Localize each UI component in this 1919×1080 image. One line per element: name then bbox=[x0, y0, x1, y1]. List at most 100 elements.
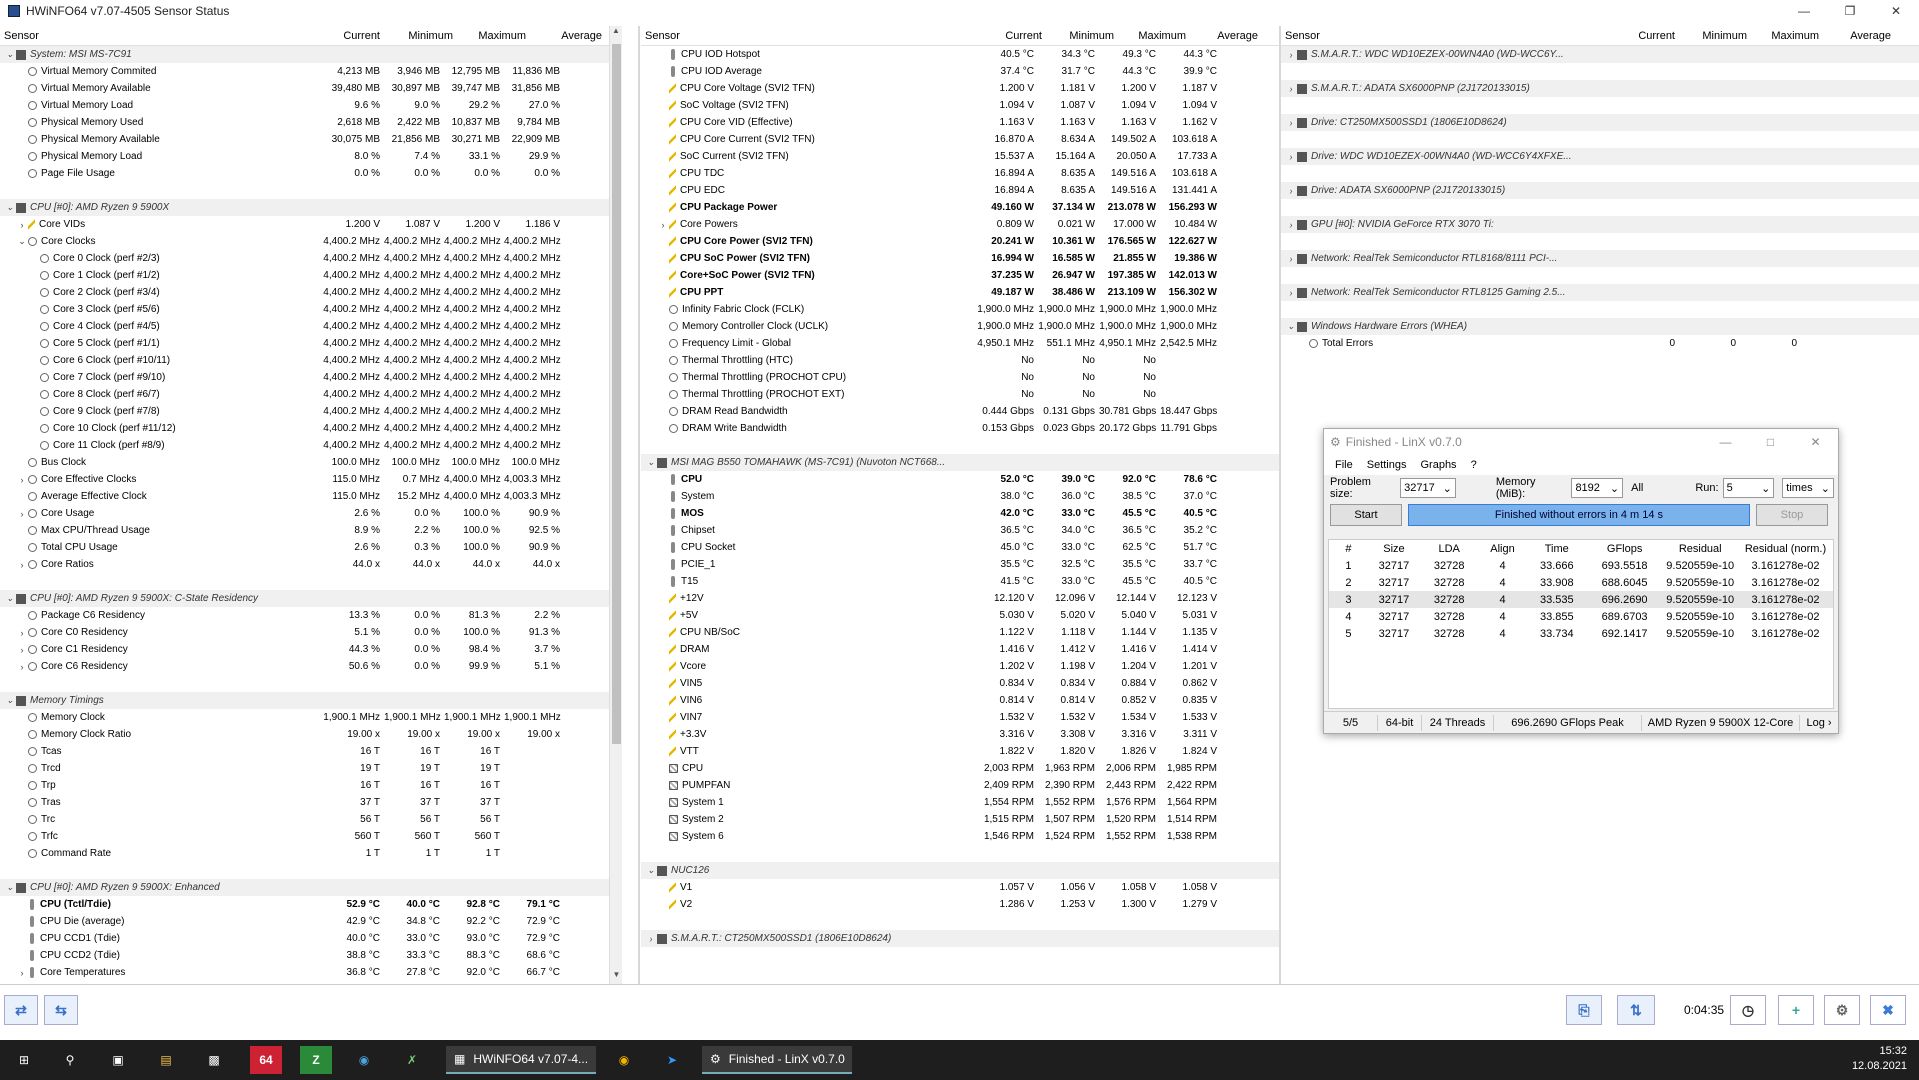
results-col-size[interactable]: Size bbox=[1368, 543, 1420, 555]
sensor-row-pcie-1[interactable]: PCIE_1 35.5 °C 32.5 °C 35.5 °C 33.7 °C bbox=[641, 556, 1279, 573]
col-minimum[interactable]: Minimum bbox=[384, 30, 457, 42]
sensor-row-core-8-clock-perf-6-7[interactable]: Core 8 Clock (perf #6/7) 4,400.2 MHz 4,400… bbox=[0, 386, 622, 403]
sensor-row-core-11-clock-perf-8-9[interactable]: Core 11 Clock (perf #8/9) 4,400.2 MHz 4,40… bbox=[0, 437, 622, 454]
sensor-row-core-10-clock-perf-11-12[interactable]: Core 10 Clock (perf #11/12) 4,400.2 MHz 4,… bbox=[0, 420, 622, 437]
sensor-row-core-effective-clocks[interactable]: › Core Effective Clocks 115.0 MHz 0.7 MHz 4,… bbox=[0, 471, 622, 488]
sensor-row-dram-read-bandwidth[interactable]: DRAM Read Bandwidth 0.444 Gbps 0.131 Gbps 3… bbox=[641, 403, 1279, 420]
results-col-time[interactable]: Time bbox=[1527, 543, 1587, 555]
problem-size-select[interactable]: 32717 ⌄ bbox=[1400, 478, 1456, 498]
sensor-group-network-realtek-semiconductor-rtl8168-81[interactable]: › Network: RealTek Semiconductor RTL8168/… bbox=[1281, 250, 1919, 267]
sensor-row-12v[interactable]: +12V 12.120 V 12.096 V 12.144 V 12.123 V bbox=[641, 590, 1279, 607]
aida64-icon[interactable]: 64 bbox=[250, 1046, 282, 1074]
chevron-down-icon[interactable]: ⌄ bbox=[4, 593, 16, 604]
clock-icon[interactable]: ◷ bbox=[1730, 995, 1766, 1025]
sensor-group-drive-adata-sx6000pnp-2j1720133015[interactable]: › Drive: ADATA SX6000PNP (2J1720133015) bbox=[1281, 182, 1919, 199]
sensor-row-physical-memory-available[interactable]: Physical Memory Available 30,075 MB 21,856… bbox=[0, 131, 622, 148]
col-maximum[interactable]: Maximum bbox=[1118, 30, 1190, 42]
sensor-row-v1[interactable]: V1 1.057 V 1.056 V 1.058 V 1.058 V bbox=[641, 879, 1279, 896]
sensor-row-core-c6-residency[interactable]: › Core C6 Residency 50.6 % 0.0 % 99.9 % 5.1 % bbox=[0, 658, 622, 675]
sensor-row-t15[interactable]: T15 41.5 °C 33.0 °C 45.5 °C 40.5 °C bbox=[641, 573, 1279, 590]
sensor-row-core-c0-residency[interactable]: › Core C0 Residency 5.1 % 0.0 % 100.0 % 91.3 … bbox=[0, 624, 622, 641]
sensor-row-5v[interactable]: +5V 5.030 V 5.020 V 5.040 V 5.031 V bbox=[641, 607, 1279, 624]
sensor-group-cpu-0-amd-ryzen-9-5900x-enhanced[interactable]: ⌄ CPU [#0]: AMD Ryzen 9 5900X: Enhanced bbox=[0, 879, 622, 896]
col-average[interactable]: Average bbox=[530, 30, 606, 42]
sensor-row-cpu-edc[interactable]: CPU EDC 16.894 A 8.635 A 149.516 A 131.441 A bbox=[641, 182, 1279, 199]
sensor-row-cpu-iod-hotspot[interactable]: CPU IOD Hotspot 40.5 °C 34.3 °C 49.3 °C 44.3… bbox=[641, 46, 1279, 63]
results-row[interactable]: 3 32717 32728 4 33.535 696.2690 9.520559e-10 3.… bbox=[1329, 591, 1833, 608]
sensor-row-cpu-die-average[interactable]: CPU Die (average) 42.9 °C 34.8 °C 92.2 °C 72… bbox=[0, 913, 622, 930]
sensor-group-system-msi-ms-7c91[interactable]: ⌄ System: MSI MS-7C91 bbox=[0, 46, 622, 63]
cpu-z-icon[interactable]: Z bbox=[300, 1046, 332, 1074]
sensor-row-trfc[interactable]: Trfc 560 T 560 T 560 T bbox=[0, 828, 622, 845]
col-minimum[interactable]: Minimum bbox=[1679, 30, 1751, 42]
sensor-row-dram-write-bandwidth[interactable]: DRAM Write Bandwidth 0.153 Gbps 0.023 Gbps… bbox=[641, 420, 1279, 437]
chevron-right-icon[interactable]: › bbox=[1285, 220, 1297, 230]
sensor-row-cpu-core-voltage-svi2-tfn[interactable]: CPU Core Voltage (SVI2 TFN) 1.200 V 1.181 … bbox=[641, 80, 1279, 97]
system-clock[interactable]: 15:32 12.08.2021 bbox=[1852, 1044, 1907, 1074]
chevron-right-icon[interactable]: › bbox=[16, 662, 28, 672]
sensor-row-pumpfan[interactable]: PUMPFAN 2,409 RPM 2,390 RPM 2,443 RPM 2,422 … bbox=[641, 777, 1279, 794]
sensor-row-3-3v[interactable]: +3.3V 3.316 V 3.308 V 3.316 V 3.311 V bbox=[641, 726, 1279, 743]
sensor-row-core-3-clock-perf-5-6[interactable]: Core 3 Clock (perf #5/6) 4,400.2 MHz 4,400… bbox=[0, 301, 622, 318]
linx-maximize-button[interactable]: □ bbox=[1748, 435, 1793, 449]
chevron-right-icon[interactable]: › bbox=[1285, 84, 1297, 94]
results-col-align[interactable]: Align bbox=[1478, 543, 1526, 555]
sensor-row-thermal-throttling-htc[interactable]: Thermal Throttling (HTC) No No No bbox=[641, 352, 1279, 369]
sensor-row-system-2[interactable]: System 2 1,515 RPM 1,507 RPM 1,520 RPM 1,514… bbox=[641, 811, 1279, 828]
sensor-row-core-4-clock-perf-4-5[interactable]: Core 4 Clock (perf #4/5) 4,400.2 MHz 4,400… bbox=[0, 318, 622, 335]
sensor-row-physical-memory-used[interactable]: Physical Memory Used 2,618 MB 2,422 MB 10,8… bbox=[0, 114, 622, 131]
sensor-row-bus-clock[interactable]: Bus Clock 100.0 MHz 100.0 MHz 100.0 MHz 100.… bbox=[0, 454, 622, 471]
vertical-scrollbar[interactable]: ▲ ▼ bbox=[609, 26, 622, 984]
search-icon[interactable]: ⚲ bbox=[54, 1046, 86, 1074]
chrome-icon[interactable]: ◉ bbox=[608, 1046, 640, 1074]
sensor-row-trcd[interactable]: Trcd 19 T 19 T 19 T bbox=[0, 760, 622, 777]
task-view-icon[interactable]: ▣ bbox=[102, 1046, 134, 1074]
sensor-row-cpu-package-power[interactable]: CPU Package Power 49.160 W 37.134 W 213.078… bbox=[641, 199, 1279, 216]
sensor-row-package-c6-residency[interactable]: Package C6 Residency 13.3 % 0.0 % 81.3 % 2.2… bbox=[0, 607, 622, 624]
sensor-row-chipset[interactable]: Chipset 36.5 °C 34.0 °C 36.5 °C 35.2 °C bbox=[641, 522, 1279, 539]
sensor-row-vin7[interactable]: VIN7 1.532 V 1.532 V 1.534 V 1.533 V bbox=[641, 709, 1279, 726]
col-sensor[interactable]: Sensor bbox=[1281, 30, 1607, 42]
monitor-network-icon[interactable]: ⎘ bbox=[1566, 995, 1602, 1025]
arrows-left-right-icon[interactable]: ⇄ bbox=[4, 995, 38, 1025]
chevron-down-icon[interactable]: ⌄ bbox=[645, 865, 657, 876]
chevron-right-icon[interactable]: › bbox=[16, 509, 28, 519]
sensor-row-dram[interactable]: DRAM 1.416 V 1.412 V 1.416 V 1.414 V bbox=[641, 641, 1279, 658]
sensor-row-trp[interactable]: Trp 16 T 16 T 16 T bbox=[0, 777, 622, 794]
sensor-row-memory-controller-clock-uclk[interactable]: Memory Controller Clock (UCLK) 1,900.0 MH… bbox=[641, 318, 1279, 335]
arrows-right-left-icon[interactable]: ⇆ bbox=[44, 995, 78, 1025]
sensor-row-virtual-memory-load[interactable]: Virtual Memory Load 9.6 % 9.0 % 29.2 % 27.0 … bbox=[0, 97, 622, 114]
sensor-row-command-rate[interactable]: Command Rate 1 T 1 T 1 T bbox=[0, 845, 622, 862]
sensor-row-system-1[interactable]: System 1 1,554 RPM 1,552 RPM 1,576 RPM 1,564… bbox=[641, 794, 1279, 811]
sensor-row-core-clocks[interactable]: ⌄ Core Clocks 4,400.2 MHz 4,400.2 MHz 4,400.… bbox=[0, 233, 622, 250]
telegram-icon[interactable]: ➤ bbox=[656, 1046, 688, 1074]
sensor-group-drive-wdc-wd10ezex-00wn4a0-wd-wcc6y4xfxe[interactable]: › Drive: WDC WD10EZEX-00WN4A0 (WD-WCC6Y4X… bbox=[1281, 148, 1919, 165]
chevron-right-icon[interactable]: › bbox=[16, 628, 28, 638]
sensor-row-cpu-socket[interactable]: CPU Socket 45.0 °C 33.0 °C 62.5 °C 51.7 °C bbox=[641, 539, 1279, 556]
sensor-row-virtual-memory-commited[interactable]: Virtual Memory Commited 4,213 MB 3,946 MB 1… bbox=[0, 63, 622, 80]
sensor-row-core-2-clock-perf-3-4[interactable]: Core 2 Clock (perf #3/4) 4,400.2 MHz 4,400… bbox=[0, 284, 622, 301]
sensor-row-core-soc-power-svi2-tfn[interactable]: Core+SoC Power (SVI2 TFN) 37.235 W 26.947 … bbox=[641, 267, 1279, 284]
sensor-group-cpu-0-amd-ryzen-9-5900x-c-state-residenc[interactable]: ⌄ CPU [#0]: AMD Ryzen 9 5900X: C-State Re… bbox=[0, 590, 622, 607]
sensor-row-cpu-tctl-tdie[interactable]: CPU (Tctl/Tdie) 52.9 °C 40.0 °C 92.8 °C 79.1… bbox=[0, 896, 622, 913]
sensor-row-cpu-ccd2-tdie[interactable]: CPU CCD2 (Tdie) 38.8 °C 33.3 °C 88.3 °C 68.6… bbox=[0, 947, 622, 964]
sensor-row-cpu-ppt[interactable]: CPU PPT 49.187 W 38.486 W 213.109 W 156.302 … bbox=[641, 284, 1279, 301]
sensor-row-core-c1-residency[interactable]: › Core C1 Residency 44.3 % 0.0 % 98.4 % 3.7 % bbox=[0, 641, 622, 658]
sensor-row-core-usage[interactable]: › Core Usage 2.6 % 0.0 % 100.0 % 90.9 % bbox=[0, 505, 622, 522]
sensor-group-drive-ct250mx500ssd1-1806e10d8624[interactable]: › Drive: CT250MX500SSD1 (1806E10D8624) bbox=[1281, 114, 1919, 131]
chevron-right-icon[interactable]: › bbox=[657, 220, 669, 230]
col-current[interactable]: Current bbox=[308, 30, 384, 42]
sensor-row-frequency-limit-global[interactable]: Frequency Limit - Global 4,950.1 MHz 551.1… bbox=[641, 335, 1279, 352]
sensor-row-cpu[interactable]: CPU 2,003 RPM 1,963 RPM 2,006 RPM 1,985 RPM bbox=[641, 760, 1279, 777]
menu-graphs[interactable]: Graphs bbox=[1413, 459, 1463, 471]
sensor-row-cpu-soc-power-svi2-tfn[interactable]: CPU SoC Power (SVI2 TFN) 16.994 W 16.585 W… bbox=[641, 250, 1279, 267]
sensor-row-v2[interactable]: V2 1.286 V 1.253 V 1.300 V 1.279 V bbox=[641, 896, 1279, 913]
log-button[interactable]: Log › bbox=[1800, 715, 1838, 731]
sensor-row-tras[interactable]: Tras 37 T 37 T 37 T bbox=[0, 794, 622, 811]
sensor-row-virtual-memory-available[interactable]: Virtual Memory Available 39,480 MB 30,897 … bbox=[0, 80, 622, 97]
results-row[interactable]: 2 32717 32728 4 33.908 688.6045 9.520559e-10 3.… bbox=[1329, 574, 1833, 591]
sensor-row-soc-current-svi2-tfn[interactable]: SoC Current (SVI2 TFN) 15.537 A 15.164 A 20… bbox=[641, 148, 1279, 165]
scroll-up-icon[interactable]: ▲ bbox=[610, 26, 622, 40]
sensor-group-cpu-0-amd-ryzen-9-5900x[interactable]: ⌄ CPU [#0]: AMD Ryzen 9 5900X bbox=[0, 199, 622, 216]
chevron-right-icon[interactable]: › bbox=[1285, 186, 1297, 196]
